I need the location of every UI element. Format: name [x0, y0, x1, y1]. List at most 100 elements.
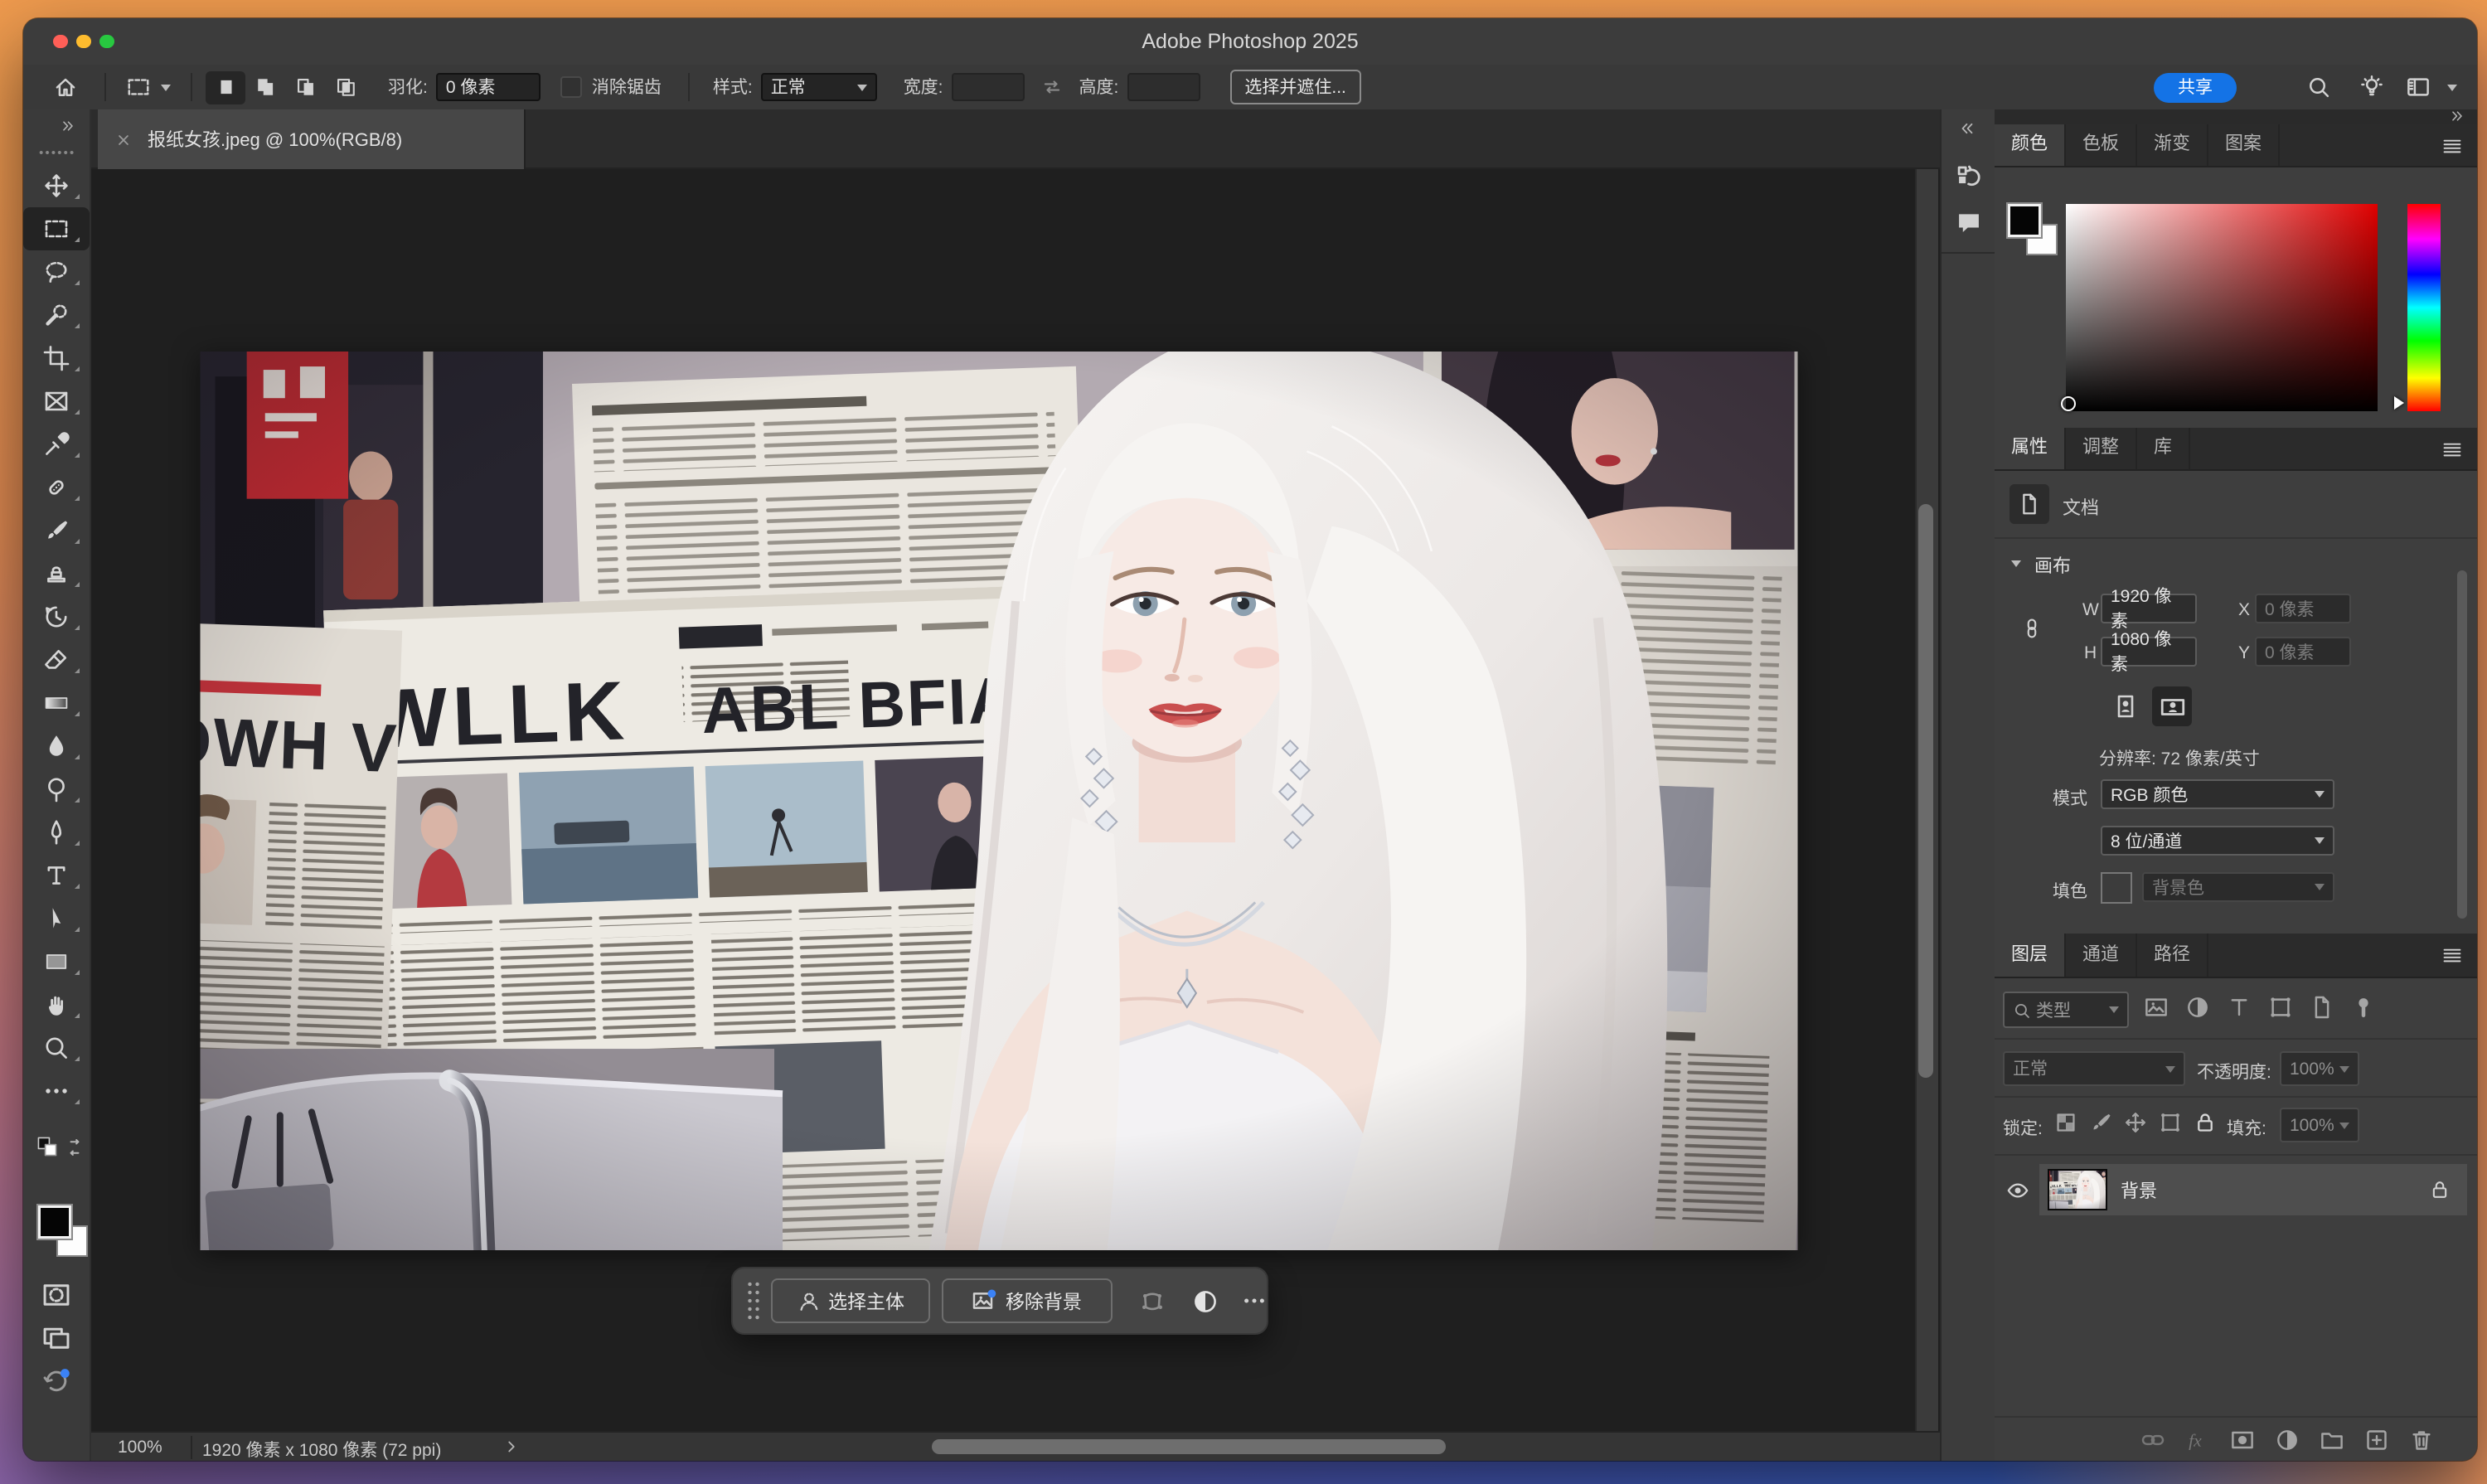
select-and-mask-button[interactable]: 选择并遮住... [1229, 70, 1361, 104]
title-bar[interactable]: Adobe Photoshop 2025 [23, 18, 2477, 66]
link-dimensions-icon[interactable] [2021, 607, 2043, 650]
lock-position-icon[interactable] [2124, 1111, 2147, 1134]
layer-fill-input[interactable]: 100% [2280, 1108, 2359, 1142]
orientation-portrait-button[interactable] [2106, 686, 2145, 726]
quick-selection-tool[interactable] [23, 293, 90, 337]
style-dropdown[interactable]: 正常 [761, 73, 877, 101]
eyedropper-tool[interactable] [23, 423, 90, 466]
layer-thumbnail[interactable] [2048, 1169, 2107, 1210]
collapse-tools-icon[interactable] [60, 118, 76, 134]
width-input[interactable] [952, 73, 1025, 101]
collapse-panels-icon[interactable] [2449, 108, 2465, 124]
link-layers-icon[interactable] [2140, 1428, 2165, 1452]
tab-channels[interactable]: 通道 [2066, 934, 2137, 977]
tools-grip[interactable] [38, 149, 75, 156]
type-tool[interactable] [23, 854, 90, 897]
color-saturation-field[interactable] [2066, 204, 2378, 411]
bit-depth-dropdown[interactable]: 8 位/通道 [2101, 826, 2334, 856]
lock-paint-icon[interactable] [2089, 1111, 2112, 1134]
tab-paths[interactable]: 路径 [2137, 934, 2208, 977]
layer-lock-icon[interactable] [2429, 1179, 2451, 1200]
close-tab-icon[interactable] [114, 130, 133, 148]
feather-input[interactable]: 0 像素 [436, 73, 541, 101]
edit-toolbar-tool[interactable] [23, 1069, 90, 1113]
zoom-tool[interactable] [23, 1026, 90, 1069]
lasso-tool[interactable] [23, 250, 90, 293]
canvas-horizontal-scrollbar-thumb[interactable] [932, 1439, 1446, 1454]
history-panel-icon[interactable] [1955, 162, 1983, 191]
orientation-landscape-button[interactable] [2152, 686, 2192, 726]
screen-mode-icon[interactable] [41, 1323, 71, 1353]
lock-artboard-icon[interactable] [2159, 1111, 2182, 1134]
antialias-checkbox[interactable] [560, 76, 582, 98]
filter-image-icon[interactable] [2144, 995, 2169, 1020]
frame-tool[interactable] [23, 380, 90, 423]
search-icon[interactable] [2306, 75, 2331, 99]
document-properties-icon[interactable] [2009, 484, 2049, 524]
canvas-section-label[interactable]: 画布 [2034, 552, 2071, 579]
comments-panel-icon[interactable] [1955, 209, 1983, 237]
canvas-image[interactable] [199, 352, 1799, 1250]
gradient-tool[interactable] [23, 681, 90, 725]
canvas-y-input[interactable]: 0 像素 [2255, 637, 2351, 667]
discover-icon[interactable] [2359, 75, 2384, 99]
default-colors-icon[interactable] [36, 1136, 58, 1157]
rectangle-tool[interactable] [23, 940, 90, 983]
opacity-input[interactable]: 100% [2280, 1051, 2359, 1086]
tool-preset-caret[interactable] [161, 84, 171, 90]
properties-scrollbar[interactable] [2457, 570, 2467, 919]
blur-tool[interactable] [23, 725, 90, 768]
swap-colors-icon[interactable] [65, 1137, 85, 1157]
taskbar-grip[interactable] [746, 1280, 759, 1322]
remove-background-button[interactable]: 移除背景 [942, 1278, 1113, 1323]
history-brush-tool[interactable] [23, 595, 90, 638]
home-icon[interactable] [53, 75, 78, 99]
layer-filter-search[interactable]: 类型 [2003, 992, 2129, 1028]
rotate-view-icon[interactable] [41, 1366, 71, 1396]
canvas-vertical-scrollbar-thumb[interactable] [1918, 504, 1933, 1078]
tab-adjustments[interactable]: 调整 [2066, 428, 2137, 469]
height-input[interactable] [1127, 73, 1200, 101]
color-picker-indicator[interactable] [2061, 396, 2076, 411]
workspace-icon[interactable] [2406, 75, 2431, 99]
tab-libraries[interactable]: 库 [2137, 428, 2190, 469]
hue-slider[interactable] [2407, 204, 2441, 411]
hand-tool[interactable] [23, 983, 90, 1026]
tab-swatches[interactable]: 色板 [2066, 124, 2137, 166]
layer-effects-icon[interactable]: fx [2185, 1428, 2210, 1452]
filter-type-icon[interactable] [2227, 995, 2252, 1020]
rectangular-marquee-tool[interactable] [23, 207, 90, 250]
fill-color-swatch[interactable] [2101, 872, 2132, 904]
new-layer-icon[interactable] [2364, 1428, 2389, 1452]
filter-pin-icon[interactable] [2351, 995, 2376, 1020]
delete-layer-icon[interactable] [2409, 1428, 2434, 1452]
canvas-height-input[interactable]: 1080 像素 [2101, 637, 2197, 667]
filter-adjustment-icon[interactable] [2185, 995, 2210, 1020]
healing-brush-tool[interactable] [23, 466, 90, 509]
dodge-tool[interactable] [23, 768, 90, 811]
fill-color-dropdown[interactable]: 背景色 [2142, 872, 2334, 902]
expand-panels-icon[interactable] [1958, 119, 1976, 138]
canvas-x-input[interactable]: 0 像素 [2255, 594, 2351, 623]
brush-tool[interactable] [23, 509, 90, 552]
eraser-tool[interactable] [23, 638, 90, 681]
layer-row-background[interactable]: 背景 [1995, 1164, 2467, 1215]
move-tool[interactable] [23, 164, 90, 207]
document-tab[interactable]: 报纸女孩.jpeg @ 100%(RGB/8) [98, 109, 526, 169]
hue-slider-arrow[interactable] [2394, 396, 2404, 410]
filter-shape-icon[interactable] [2268, 995, 2293, 1020]
color-foreground-swatch[interactable] [2006, 202, 2043, 239]
path-selection-tool[interactable] [23, 897, 90, 940]
layers-panel-menu-icon[interactable] [2441, 943, 2464, 967]
add-mask-icon[interactable] [2230, 1428, 2255, 1452]
transform-icon[interactable] [1139, 1288, 1166, 1314]
tool-preset-icon[interactable] [126, 75, 151, 99]
new-group-icon[interactable] [2320, 1428, 2344, 1452]
selection-mode-new-button[interactable] [206, 70, 245, 104]
properties-panel-menu-icon[interactable] [2441, 437, 2464, 460]
color-mode-dropdown[interactable]: RGB 颜色 [2101, 779, 2334, 809]
tab-patterns[interactable]: 图案 [2208, 124, 2280, 166]
tab-layers[interactable]: 图层 [1995, 934, 2066, 977]
crop-tool[interactable] [23, 337, 90, 380]
lock-transparency-icon[interactable] [2054, 1111, 2077, 1134]
